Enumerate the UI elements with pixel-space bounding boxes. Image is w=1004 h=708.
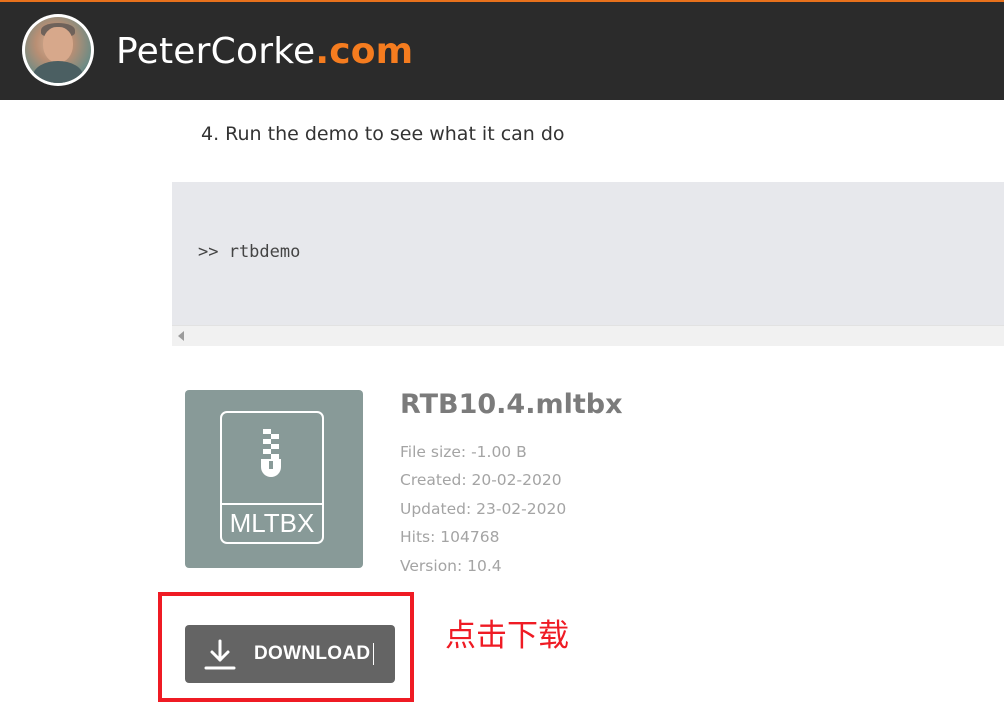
code-block: >> rtbdemo xyxy=(172,182,1004,346)
file-icon-divider xyxy=(222,503,322,505)
download-annotation: 点击下载 xyxy=(445,618,569,654)
zipper-icon xyxy=(261,429,281,477)
avatar[interactable] xyxy=(22,14,94,86)
avatar-face xyxy=(43,27,73,63)
file-name: RTB10.4.mltbx xyxy=(400,389,623,420)
download-button[interactable]: DOWNLOAD xyxy=(185,625,395,683)
avatar-photo xyxy=(25,17,91,83)
scroll-left-arrow-icon[interactable] xyxy=(178,331,184,341)
brand-name: PeterCorke xyxy=(116,31,316,72)
file-version: Version: 10.4 xyxy=(400,557,502,575)
file-created: Created: 20-02-2020 xyxy=(400,471,562,489)
site-brand-link[interactable]: PeterCorke.com xyxy=(116,32,413,72)
file-type-icon: MLTBX xyxy=(185,390,363,568)
site-header: PeterCorke.com xyxy=(0,0,1004,100)
step-text: 4. Run the demo to see what it can do xyxy=(201,123,565,145)
download-icon xyxy=(204,639,236,670)
page: PeterCorke.com 4. Run the demo to see wh… xyxy=(0,0,1004,708)
download-button-label: DOWNLOAD xyxy=(254,643,371,664)
archive-file-icon: MLTBX xyxy=(220,411,324,544)
file-hits: Hits: 104768 xyxy=(400,528,500,546)
brand-tld: .com xyxy=(315,31,414,72)
file-extension-label: MLTBX xyxy=(229,508,315,538)
file-updated: Updated: 23-02-2020 xyxy=(400,500,567,518)
code-text: >> rtbdemo xyxy=(198,242,301,262)
code-horizontal-scrollbar[interactable] xyxy=(172,325,1004,346)
text-cursor xyxy=(373,643,374,665)
avatar-shirt xyxy=(33,61,83,83)
file-size: File size: -1.00 B xyxy=(400,443,527,461)
